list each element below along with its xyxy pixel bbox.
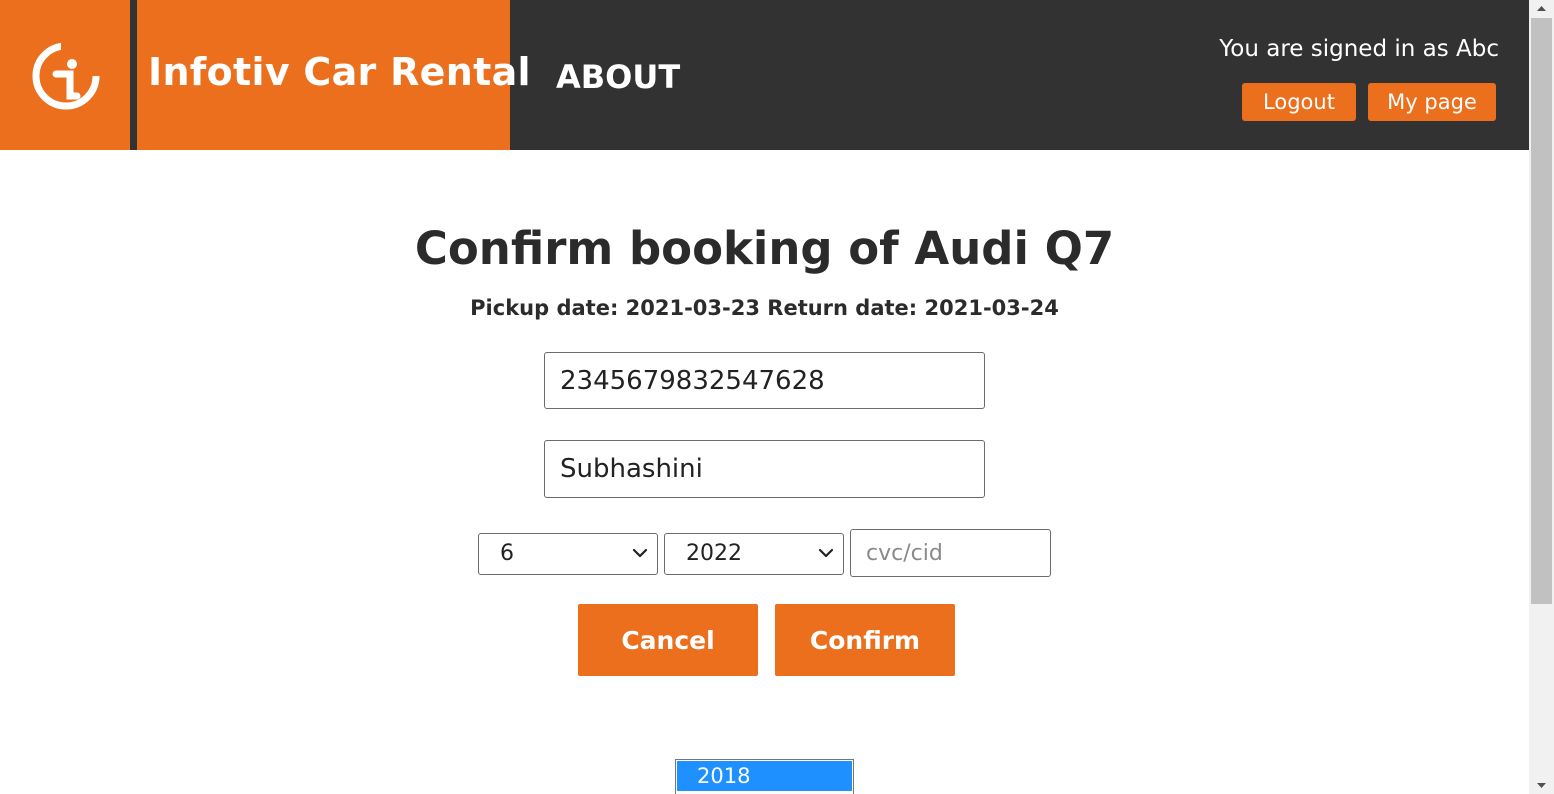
expiry-month-select[interactable]: 6 xyxy=(478,533,658,575)
card-number-input[interactable] xyxy=(544,352,985,409)
expiry-year-select[interactable]: 2022 xyxy=(664,533,844,575)
signed-in-status: You are signed in as Abc xyxy=(1219,36,1499,62)
expiry-year-value: 2022 xyxy=(686,541,742,566)
logo-block[interactable]: Infotiv Car Rental xyxy=(0,0,531,150)
my-page-button[interactable]: My page xyxy=(1368,83,1496,121)
nav-about-link[interactable]: ABOUT xyxy=(556,58,680,96)
vertical-scrollbar[interactable] xyxy=(1529,0,1554,794)
chevron-down-icon xyxy=(632,548,648,558)
cancel-button[interactable]: Cancel xyxy=(578,604,758,676)
logout-button[interactable]: Logout xyxy=(1242,83,1356,121)
booking-dates: Pickup date: 2021-03-23 Return date: 202… xyxy=(470,296,1059,320)
cardholder-name-input[interactable] xyxy=(544,440,985,498)
site-header: Infotiv Car Rental ABOUT You are signed … xyxy=(0,0,1529,150)
cvc-input[interactable] xyxy=(850,529,1051,577)
chevron-down-icon xyxy=(818,548,834,558)
logo-divider xyxy=(130,0,137,150)
expiry-month-value: 6 xyxy=(500,541,514,566)
scrollbar-thumb[interactable] xyxy=(1531,18,1552,604)
brand-title[interactable]: Infotiv Car Rental xyxy=(148,50,531,94)
infotiv-logo-icon xyxy=(32,40,102,110)
scroll-up-arrow-icon[interactable] xyxy=(1529,0,1554,18)
year-dropdown-list[interactable]: 2018 xyxy=(675,759,854,794)
dropdown-option-highlighted[interactable]: 2018 xyxy=(677,761,852,791)
scroll-down-arrow-icon[interactable] xyxy=(1529,776,1554,794)
page-title: Confirm booking of Audi Q7 xyxy=(414,222,1115,275)
browser-viewport: Infotiv Car Rental ABOUT You are signed … xyxy=(0,0,1554,794)
confirm-button[interactable]: Confirm xyxy=(775,604,955,676)
